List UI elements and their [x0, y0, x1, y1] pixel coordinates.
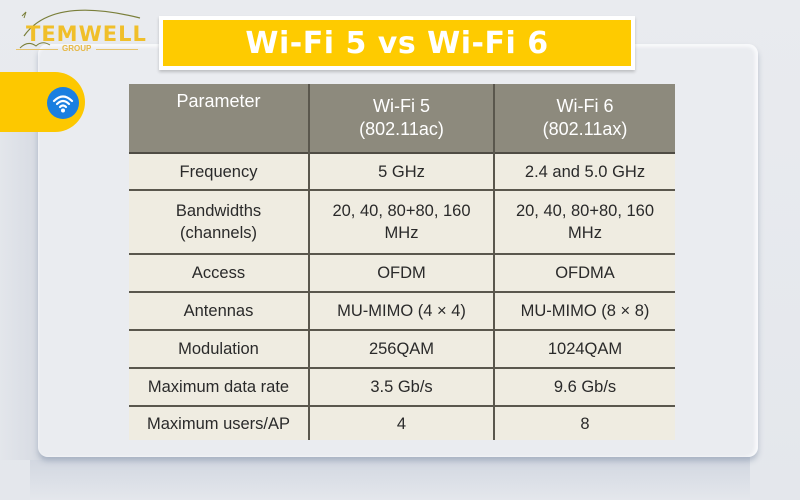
cell-wifi6: 9.6 Gb/s — [493, 367, 675, 406]
cell-wifi5: 3.5 Gb/s — [308, 367, 494, 406]
cell-param: Bandwidths (channels) — [129, 189, 309, 254]
cell-wifi6: 20, 40, 80+80, 160 MHz — [493, 189, 675, 254]
brand-sub: GROUP — [62, 44, 92, 53]
cell-wifi5: 4 — [308, 405, 494, 440]
cell-wifi6: 8 — [493, 405, 675, 440]
table-row: Maximum users/AP 4 8 — [129, 405, 675, 440]
cell-wifi5: 20, 40, 80+80, 160 MHz — [308, 189, 494, 254]
cell-param: Modulation — [129, 329, 309, 368]
table-header-row: Parameter Wi-Fi 5 (802.11ac) Wi-Fi 6 (802.… — [129, 84, 675, 153]
cell-param: Access — [129, 253, 309, 292]
left-panel — [0, 80, 42, 460]
cell-param: Antennas — [129, 291, 309, 330]
cell-wifi6: 1024QAM — [493, 329, 675, 368]
wifi-icon — [52, 95, 74, 113]
page-title: Wi-Fi 5 vs Wi-Fi 6 — [245, 25, 549, 61]
table-row: Maximum data rate 3.5 Gb/s 9.6 Gb/s — [129, 367, 675, 406]
header-parameter: Parameter — [129, 84, 309, 153]
logo-divider-right — [96, 49, 138, 50]
cell-wifi6: 2.4 and 5.0 GHz — [493, 152, 675, 190]
logo-divider-left — [16, 49, 58, 50]
header-wifi6: Wi-Fi 6 (802.11ax) — [493, 84, 675, 153]
comparison-table: Parameter Wi-Fi 5 (802.11ac) Wi-Fi 6 (802.… — [129, 84, 675, 440]
cell-wifi5: OFDM — [308, 253, 494, 292]
wifi-badge — [47, 87, 79, 119]
title-banner: Wi-Fi 5 vs Wi-Fi 6 — [159, 16, 635, 70]
cell-wifi5: MU-MIMO (4 × 4) — [308, 291, 494, 330]
background-shadow — [30, 455, 750, 500]
table-row: Bandwidths (channels) 20, 40, 80+80, 160… — [129, 189, 675, 254]
table-row: Modulation 256QAM 1024QAM — [129, 329, 675, 368]
cell-param: Maximum users/AP — [129, 405, 309, 440]
table-row: Antennas MU-MIMO (4 × 4) MU-MIMO (8 × 8) — [129, 291, 675, 330]
table-row: Access OFDM OFDMA — [129, 253, 675, 292]
cell-wifi6: OFDMA — [493, 253, 675, 292]
cell-param: Frequency — [129, 152, 309, 190]
cell-param: Maximum data rate — [129, 367, 309, 406]
cell-wifi5: 256QAM — [308, 329, 494, 368]
header-wifi5: Wi-Fi 5 (802.11ac) — [308, 84, 494, 153]
cell-wifi5: 5 GHz — [308, 152, 494, 190]
cell-wifi6: MU-MIMO (8 × 8) — [493, 291, 675, 330]
brand-name: TEMWELL — [26, 22, 147, 46]
table-row: Frequency 5 GHz 2.4 and 5.0 GHz — [129, 152, 675, 190]
